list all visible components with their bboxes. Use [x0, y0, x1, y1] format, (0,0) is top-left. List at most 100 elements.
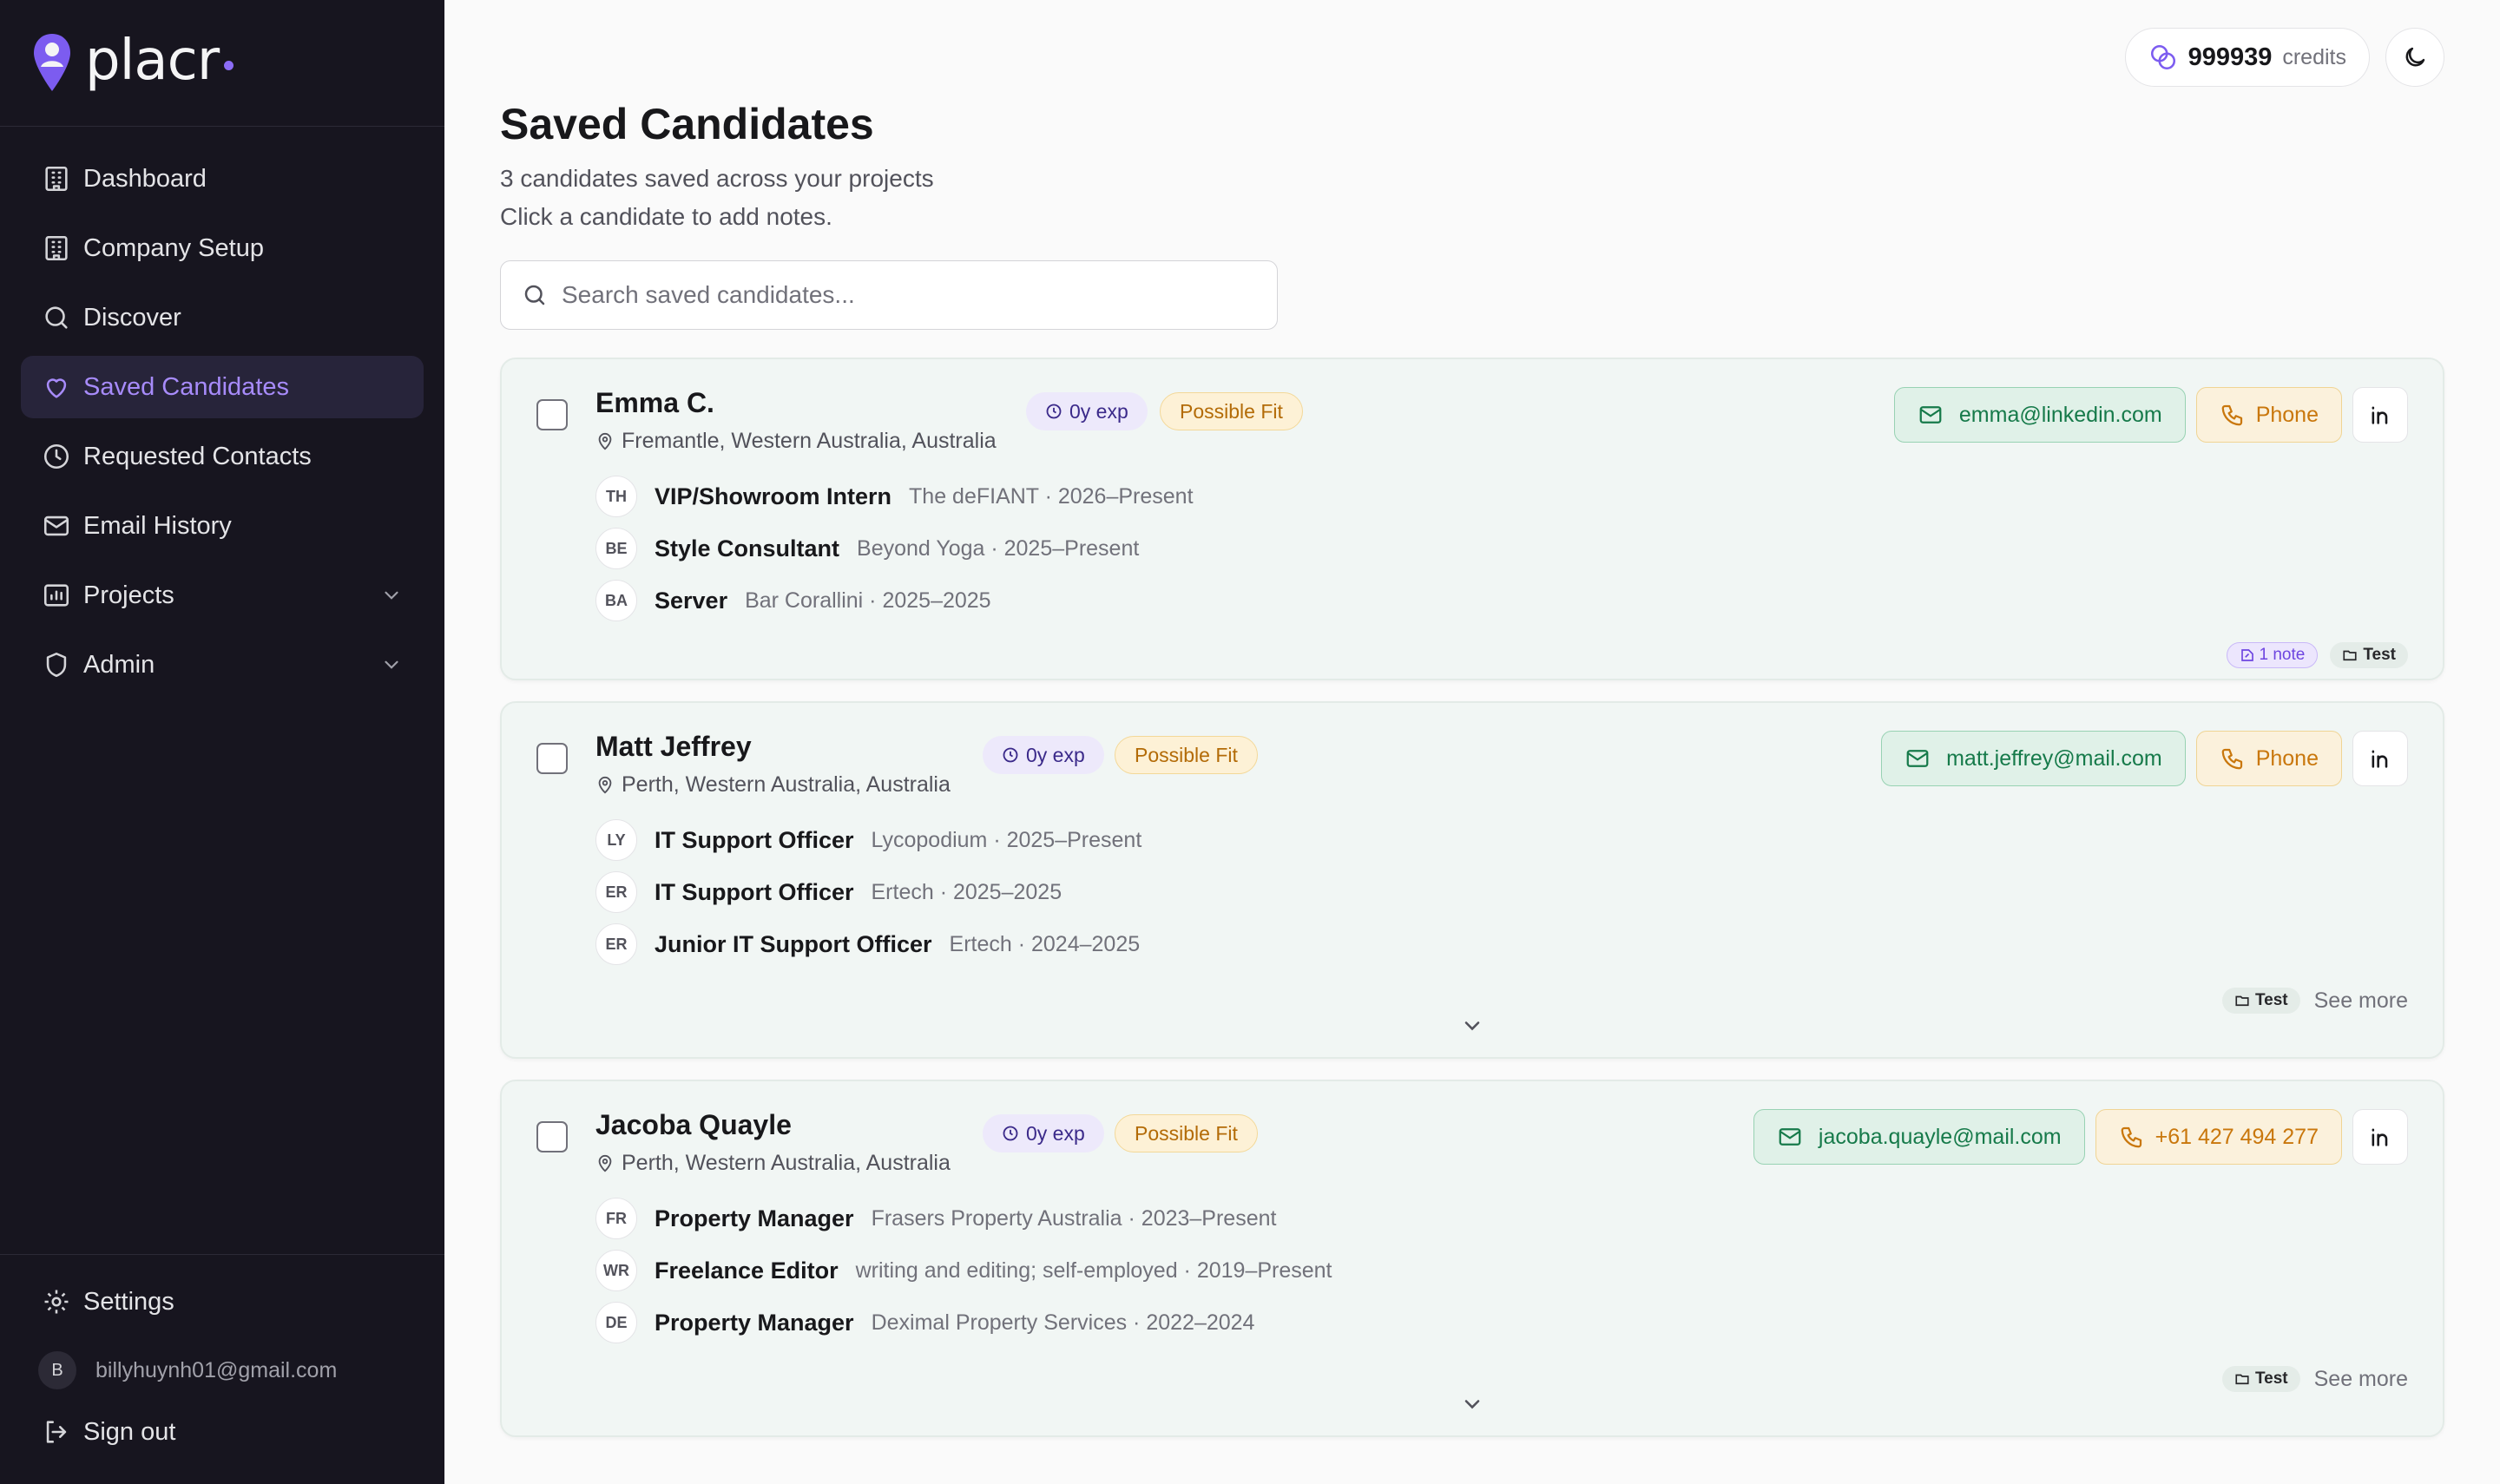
job-meta: The deFIANT · 2026–Present	[909, 483, 1194, 509]
linkedin-button[interactable]	[2352, 1109, 2408, 1165]
avatar: B	[38, 1351, 76, 1389]
email-button[interactable]: matt.jeffrey@mail.com	[1881, 731, 2186, 786]
phone-button[interactable]: Phone	[2195, 387, 2342, 443]
phone-icon	[2121, 1126, 2141, 1148]
company-initials: WR	[595, 1250, 637, 1291]
location-text: Perth, Western Australia, Australia	[622, 1151, 951, 1175]
project-tag[interactable]: Test	[2221, 988, 2300, 1014]
job-title: Freelance Editor	[655, 1257, 839, 1284]
note-icon	[2240, 649, 2253, 661]
sidebar-item-label: Discover	[83, 303, 181, 332]
email-text: emma@linkedin.com	[1958, 402, 2162, 427]
sidebar-item-admin[interactable]: Admin	[21, 634, 424, 696]
sidebar-item-email-history[interactable]: Email History	[21, 495, 424, 557]
sidebar-item-requested-contacts[interactable]: Requested Contacts	[21, 425, 424, 488]
job-meta: Ertech · 2025–2025	[871, 879, 1062, 904]
select-checkbox[interactable]	[536, 743, 568, 774]
candidate-location: Perth, Western Australia, Australia	[595, 1151, 951, 1176]
experience-list: FR Property Manager Frasers Property Aus…	[595, 1192, 1332, 1349]
candidate-card[interactable]: Matt Jeffrey Perth, Western Australia, A…	[500, 701, 2444, 1059]
see-more-link[interactable]: See more	[2314, 1367, 2408, 1392]
project-tag-text: Test	[2254, 991, 2288, 1009]
sidebar-item-projects[interactable]: Projects	[21, 564, 424, 627]
experience-item: TH VIP/Showroom Intern The deFIANT · 202…	[595, 470, 1194, 522]
select-checkbox[interactable]	[536, 399, 568, 430]
sidebar-item-company-setup[interactable]: Company Setup	[21, 217, 424, 279]
candidate-name: Jacoba Quayle	[595, 1109, 792, 1140]
phone-button[interactable]: +61 427 494 277	[2095, 1109, 2342, 1165]
job-title: VIP/Showroom Intern	[655, 483, 892, 509]
sidebar-item-saved-candidates[interactable]: Saved Candidates	[21, 356, 424, 418]
email-button[interactable]: emma@linkedin.com	[1893, 387, 2186, 443]
phone-icon	[2221, 748, 2242, 770]
page-subtitle: 3 candidates saved across your projects …	[500, 160, 934, 236]
project-tag[interactable]: Test	[2330, 642, 2408, 668]
coins-icon	[2150, 44, 2175, 70]
linkedin-icon	[2372, 750, 2388, 768]
sidebar-nav: Dashboard Company Setup Discover Saved C…	[0, 127, 444, 724]
experience-badge: 0y exp	[1026, 392, 1148, 430]
subtitle-count: 3 candidates saved across your projects	[500, 165, 934, 192]
experience-badge: 0y exp	[983, 1114, 1104, 1152]
linkedin-button[interactable]	[2352, 387, 2408, 443]
candidate-card[interactable]: Jacoba Quayle Perth, Western Australia, …	[500, 1080, 2444, 1437]
chevron-down-icon[interactable]	[1460, 1014, 1484, 1038]
user-profile[interactable]: B billyhuynh01@gmail.com	[21, 1340, 424, 1401]
job-meta: Ertech · 2024–2025	[949, 931, 1141, 956]
chevron-down-icon	[385, 660, 398, 669]
theme-toggle-button[interactable]	[2385, 28, 2444, 87]
brand[interactable]: placr	[0, 0, 444, 127]
email-button[interactable]: jacoba.quayle@mail.com	[1753, 1109, 2085, 1165]
sidebar-item-settings[interactable]: Settings	[21, 1271, 424, 1333]
gear-icon	[44, 1290, 69, 1314]
folder-icon	[2235, 995, 2249, 1007]
search-box[interactable]	[500, 260, 1278, 330]
job-meta: writing and editing; self-employed · 201…	[855, 1257, 1332, 1283]
chart-icon	[43, 584, 69, 607]
fit-badge: Possible Fit	[1115, 736, 1258, 774]
linkedin-button[interactable]	[2352, 731, 2408, 786]
sidebar-item-discover[interactable]: Discover	[21, 286, 424, 349]
contact-actions: jacoba.quayle@mail.com +61 427 494 277	[1753, 1109, 2408, 1165]
project-tag[interactable]: Test	[2221, 1366, 2300, 1392]
sidebar-item-label: Company Setup	[83, 233, 264, 262]
experience-item: WR Freelance Editor writing and editing;…	[595, 1244, 1332, 1297]
candidate-location: Perth, Western Australia, Australia	[595, 772, 951, 798]
sign-out-icon	[46, 1421, 67, 1443]
moon-icon	[2405, 47, 2425, 67]
experience-item: BE Style Consultant Beyond Yoga · 2025–P…	[595, 522, 1194, 575]
job-meta: Lycopodium · 2025–Present	[871, 827, 1142, 852]
sidebar-item-label: Admin	[83, 650, 155, 679]
sign-out-button[interactable]: Sign out	[21, 1401, 424, 1463]
heart-icon	[46, 378, 67, 398]
note-tag[interactable]: 1 note	[2226, 642, 2319, 668]
card-footer: Test See more	[2221, 988, 2408, 1014]
select-checkbox[interactable]	[536, 1121, 568, 1152]
map-pin-icon	[598, 776, 612, 794]
phone-button[interactable]: Phone	[2195, 731, 2342, 786]
mail-icon	[1906, 750, 1929, 767]
phone-text: +61 427 494 277	[2155, 1124, 2319, 1149]
experience-item: DE Property Manager Deximal Property Ser…	[595, 1297, 1332, 1349]
experience-badge-text: 0y exp	[1069, 399, 1128, 423]
company-initials: TH	[595, 476, 637, 517]
job-meta: Bar Corallini · 2025–2025	[745, 588, 991, 613]
job-meta: Deximal Property Services · 2022–2024	[871, 1310, 1255, 1335]
see-more-link[interactable]: See more	[2314, 988, 2408, 1014]
company-initials: DE	[595, 1302, 637, 1343]
sidebar-item-label: Email History	[83, 511, 232, 540]
credits-pill[interactable]: 999939 credits	[2124, 28, 2370, 87]
sidebar: placr Dashboard Company Setup Discover S…	[0, 0, 444, 1484]
project-tag-text: Test	[2254, 1369, 2288, 1388]
sign-out-label: Sign out	[83, 1417, 176, 1446]
chevron-down-icon[interactable]	[1460, 1392, 1484, 1416]
candidate-card[interactable]: Emma C. Fremantle, Western Australia, Au…	[500, 358, 2444, 680]
search-icon	[45, 306, 68, 329]
sidebar-item-dashboard[interactable]: Dashboard	[21, 148, 424, 210]
contact-actions: matt.jeffrey@mail.com Phone	[1881, 731, 2408, 786]
mail-icon	[43, 515, 69, 536]
project-tag-text: Test	[2363, 646, 2396, 664]
page-title: Saved Candidates	[500, 100, 874, 148]
search-input[interactable]	[562, 281, 1239, 309]
fit-badge: Possible Fit	[1115, 1114, 1258, 1152]
